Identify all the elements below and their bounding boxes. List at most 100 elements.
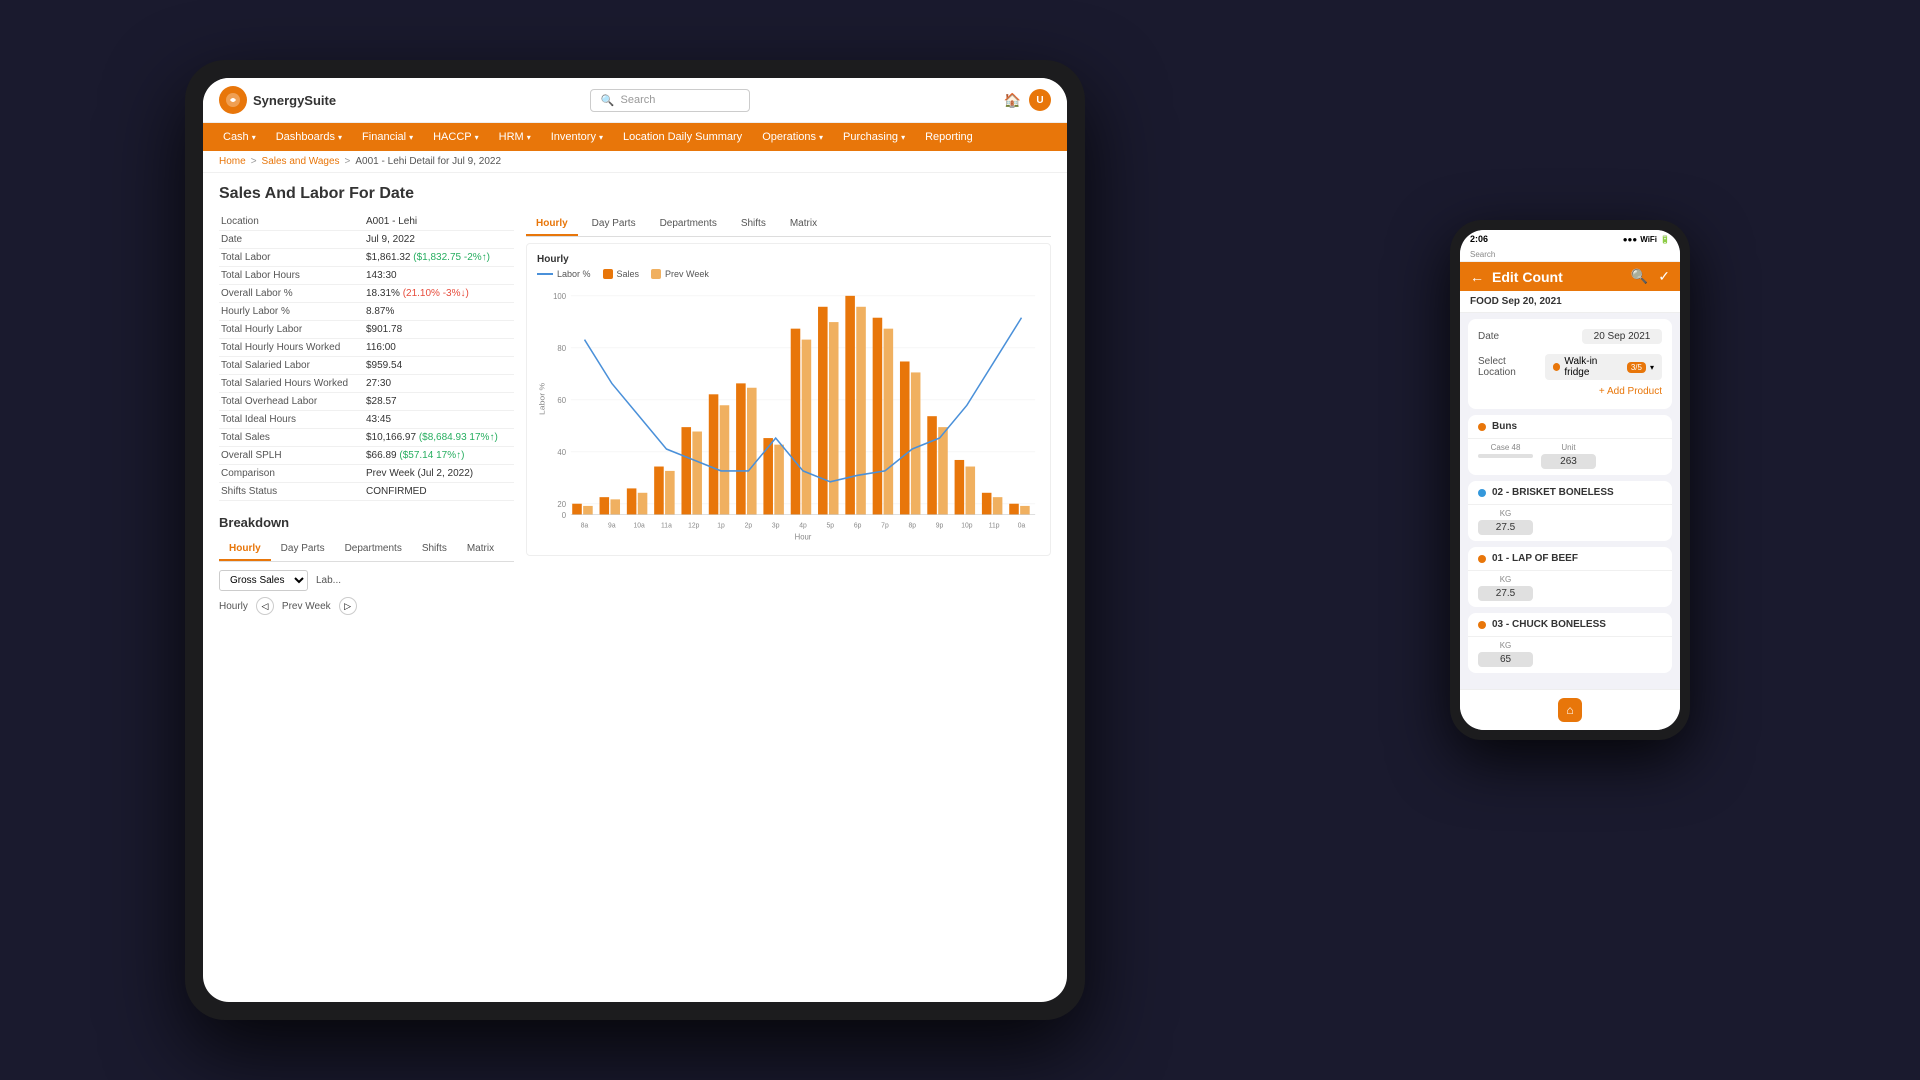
add-product-button[interactable]: + Add Product [1478,382,1662,401]
prev-week-right-btn[interactable]: ▷ [339,597,357,615]
info-label: Hourly Labor % [219,303,364,321]
product-input-col: Unit263 [1541,443,1596,469]
product-input-value[interactable] [1478,454,1533,458]
nav-cash[interactable]: Cash ▾ [213,123,266,151]
info-label: Overall SPLH [219,447,364,465]
product-header: 01 - LAP OF BEEF [1468,547,1672,571]
breadcrumb: Home > Sales and Wages > A001 - Lehi Det… [203,151,1067,173]
prev-week-left-btn[interactable]: ◁ [256,597,274,615]
product-header: 02 - BRISKET BONELESS [1468,481,1672,505]
product-input-label: KG [1500,509,1512,518]
info-label: Comparison [219,465,364,483]
svg-text:Hour: Hour [795,532,812,541]
phone-location-row: Select Location Walk-in fridge 3/5 ▾ [1478,352,1662,382]
nav-location-daily-summary[interactable]: Location Daily Summary [613,123,752,151]
tablet-screen: SynergySuite 🔍 Search 🏠 U Cash ▾ Dashboa… [203,78,1067,1002]
info-label: Overall Labor % [219,285,364,303]
info-row: Total Hourly Labor$901.78 [219,321,514,339]
gross-sales-select[interactable]: Gross Sales [219,570,308,591]
info-row: Hourly Labor %8.87% [219,303,514,321]
chart-tab-matrix[interactable]: Matrix [780,213,827,236]
product-input-value[interactable]: 27.5 [1478,586,1533,601]
chart-tab-departments[interactable]: Departments [650,213,727,236]
sales-bar [927,416,937,514]
prev-bar [747,388,757,515]
info-row: Total Labor$1,861.32 ($1,832.75 -2%↑) [219,249,514,267]
nav-haccp[interactable]: HACCP ▾ [423,123,489,151]
hourly-label: Hourly [219,601,248,612]
breakdown-tab-hourly[interactable]: Hourly [219,538,271,561]
search-icon: 🔍 [601,94,615,107]
breakdown-tab-departments[interactable]: Departments [335,538,412,561]
nav-inventory[interactable]: Inventory ▾ [541,123,613,151]
sales-bar [1009,504,1019,515]
product-inputs: Case 48Unit263 [1468,439,1672,475]
x-label: 11a [661,521,672,529]
nav-operations[interactable]: Operations ▾ [752,123,833,151]
product-inputs: KG65 [1468,637,1672,673]
product-section: 03 - CHUCK BONELESS KG65 [1468,613,1672,673]
product-name: 02 - BRISKET BONELESS [1492,487,1662,498]
nav-hrm[interactable]: HRM ▾ [489,123,541,151]
info-row: Total Sales$10,166.97 ($8,684.93 17%↑) [219,429,514,447]
user-avatar[interactable]: U [1029,89,1051,111]
battery-icon: 🔋 [1660,235,1670,244]
legend-box [651,269,661,279]
phone-date-location-section: Date 20 Sep 2021 Select Location Walk-in… [1468,319,1672,409]
breadcrumb-home[interactable]: Home [219,156,246,167]
nav-dashboards[interactable]: Dashboards ▾ [266,123,352,151]
info-value: $28.57 [364,393,514,411]
info-extra: ($57.14 17%↑) [399,450,464,461]
sales-bar [845,296,855,515]
product-input-value[interactable]: 65 [1478,652,1533,667]
info-row: Total Ideal Hours43:45 [219,411,514,429]
breakdown-tab-shifts[interactable]: Shifts [412,538,457,561]
phone-search-icon[interactable]: 🔍 [1631,268,1648,285]
phone-check-icon[interactable]: ✓ [1658,268,1670,285]
breakdown-tab-matrix[interactable]: Matrix [457,538,504,561]
prev-bar [911,372,921,514]
chart-tab-shifts[interactable]: Shifts [731,213,776,236]
sales-bar [709,394,719,514]
product-input-value[interactable]: 27.5 [1478,520,1533,535]
home-icon[interactable]: 🏠 [1004,92,1021,109]
chart-tab-hourly[interactable]: Hourly [526,213,578,236]
sales-bar [873,318,883,515]
chart-tab-day-parts[interactable]: Day Parts [582,213,646,236]
x-label: 10p [961,521,972,529]
svg-text:80: 80 [557,344,566,353]
product-inputs: KG27.5 [1468,571,1672,607]
caret-icon: ▾ [901,133,905,142]
x-label: 3p [772,521,780,529]
phone-food-label: FOOD Sep 20, 2021 [1470,296,1562,307]
breakdown-tabs: HourlyDay PartsDepartmentsShiftsMatrix [219,538,514,562]
product-name: 03 - CHUCK BONELESS [1492,619,1662,630]
info-value: 8.87% [364,303,514,321]
nav-purchasing[interactable]: Purchasing ▾ [833,123,915,151]
info-label: Total Labor [219,249,364,267]
product-header: Buns [1468,415,1672,439]
info-row: ComparisonPrev Week (Jul 2, 2022) [219,465,514,483]
info-value: Prev Week (Jul 2, 2022) [364,465,514,483]
nav-financial[interactable]: Financial ▾ [352,123,423,151]
phone-home-button[interactable]: ⌂ [1558,698,1582,722]
prev-bar [665,471,675,515]
sales-bar [627,488,637,514]
phone-date-value[interactable]: 20 Sep 2021 [1582,329,1662,344]
search-bar[interactable]: 🔍 Search [590,89,750,112]
info-label: Date [219,231,364,249]
breakdown-section: Breakdown HourlyDay PartsDepartmentsShif… [219,515,514,615]
left-panel: LocationA001 - LehiDateJul 9, 2022Total … [219,213,514,990]
legend-label: Labor % [557,269,591,279]
product-section: BunsCase 48Unit263 [1468,415,1672,475]
phone-back-button[interactable]: ← [1470,269,1484,285]
prev-bar [802,340,812,515]
breakdown-tab-day-parts[interactable]: Day Parts [271,538,335,561]
product-section: 01 - LAP OF BEEFKG27.5 [1468,547,1672,607]
phone-location-select[interactable]: Walk-in fridge 3/5 ▾ [1545,354,1662,380]
breadcrumb-sales-wages[interactable]: Sales and Wages [262,156,340,167]
product-input-value[interactable]: 263 [1541,454,1596,469]
info-value: $901.78 [364,321,514,339]
nav-reporting[interactable]: Reporting [915,123,983,151]
sales-bar [982,493,992,515]
